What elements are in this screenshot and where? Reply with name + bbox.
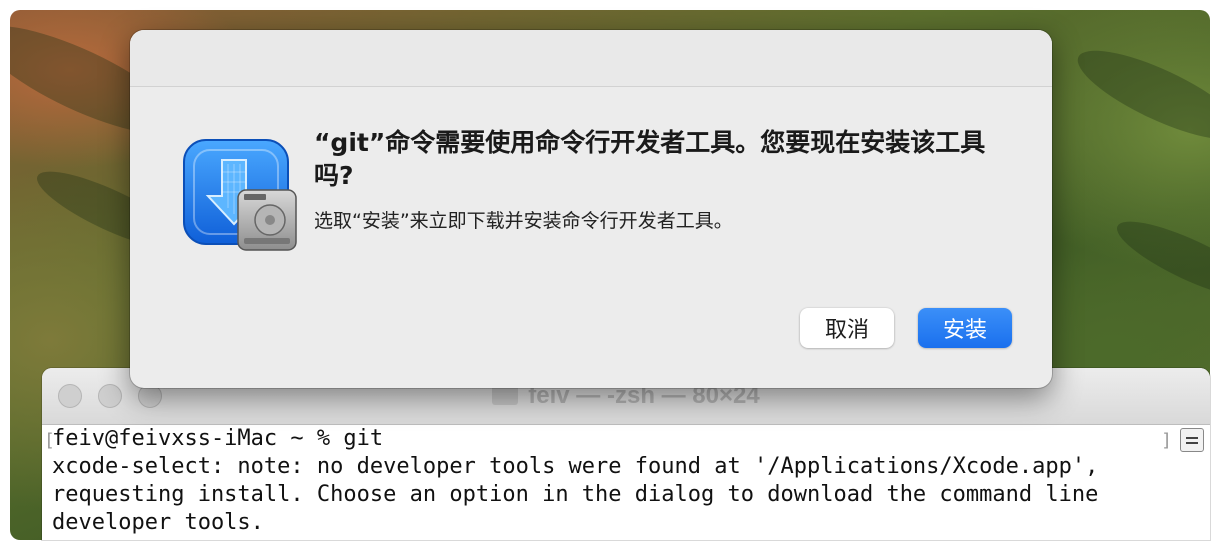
xcode-cli-installer-icon: [183, 139, 297, 251]
terminal-output[interactable]: [ ] feiv@feivxss-iMac ~ % git xcode-sele…: [42, 425, 1210, 540]
split-pane-icon[interactable]: [1180, 428, 1204, 452]
marker-bracket-left: [: [44, 430, 55, 451]
install-alert-dialog: “git”命令需要使用命令行开发者工具。您要现在安装该工具吗? 选取“安装”来立…: [130, 30, 1052, 388]
terminal-line: requesting install. Choose an option in …: [52, 482, 1099, 507]
terminal-line: feiv@feivxss-iMac ~ % git: [52, 426, 384, 451]
marker-bracket-right: ]: [1161, 430, 1172, 451]
terminal-line: xcode-select: note: no developer tools w…: [52, 454, 1099, 479]
cancel-button[interactable]: 取消: [800, 308, 894, 348]
dialog-message: 选取“安装”来立即下载并安装命令行开发者工具。: [314, 210, 733, 232]
install-button[interactable]: 安装: [918, 308, 1012, 348]
dialog-header-area: [130, 30, 1052, 87]
terminal-window[interactable]: feiv — -zsh — 80×24 [ ] feiv@feivxss-iMa…: [42, 368, 1210, 540]
dialog-title: “git”命令需要使用命令行开发者工具。您要现在安装该工具吗?: [314, 128, 986, 190]
terminal-line: developer tools.: [52, 510, 264, 535]
